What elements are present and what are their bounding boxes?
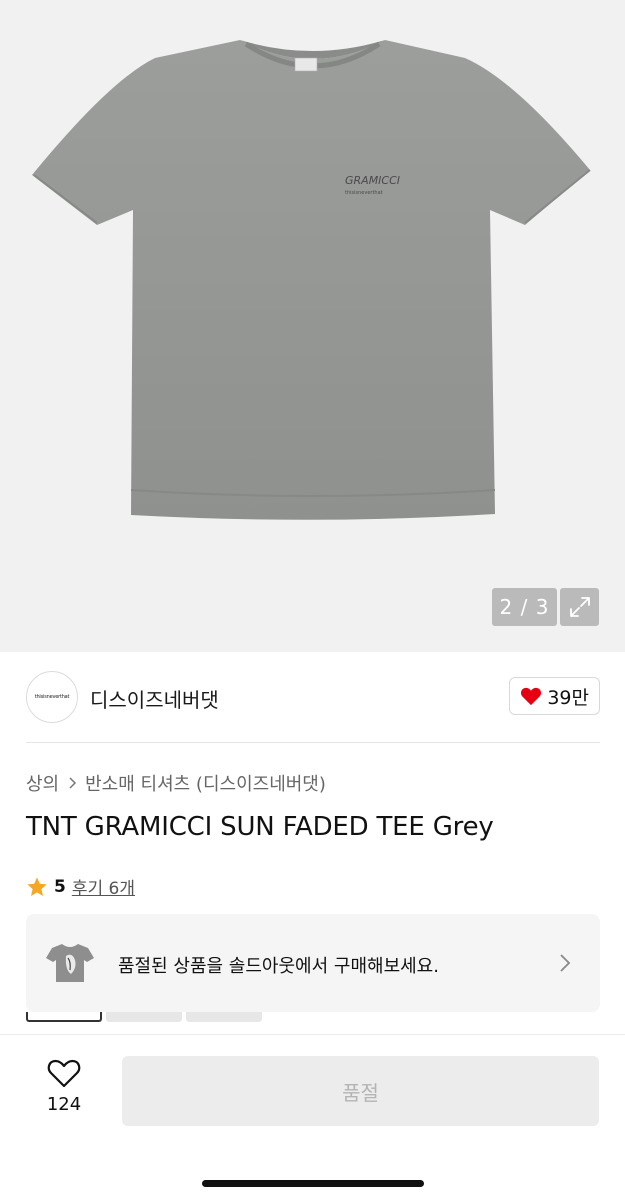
section-divider [26, 742, 600, 743]
tee-print-brand: GRAMICCI [345, 174, 400, 187]
rating-score: 5 [54, 876, 66, 897]
wishlist-button[interactable]: 124 [34, 1058, 94, 1115]
wishlist-count: 124 [46, 1094, 82, 1115]
option-tab[interactable] [106, 1012, 182, 1022]
heart-outline-icon [47, 1059, 81, 1088]
product-title: TNT GRAMICCI SUN FADED TEE Grey [26, 812, 494, 842]
chevron-right-icon [69, 777, 77, 789]
shop-like-button[interactable]: 39만 [509, 677, 600, 715]
product-image: GRAMICCI thisisneverthat [0, 0, 625, 652]
product-image-gallery[interactable]: GRAMICCI thisisneverthat 2 / 3 [0, 0, 625, 652]
option-tab[interactable] [26, 1012, 102, 1022]
chevron-right-icon [560, 954, 571, 972]
product-rating: 5 후기 6개 [26, 874, 135, 899]
shop-logo[interactable]: thisisneverthat [26, 671, 78, 723]
soldout-button[interactable]: 품절 [122, 1056, 599, 1126]
shop-name[interactable]: 디스이즈네버댓 [90, 684, 219, 713]
expand-icon [569, 597, 590, 617]
expand-button[interactable] [560, 588, 599, 626]
option-tabs [26, 1012, 266, 1022]
soldout-message: 품절된 상품을 솔드아웃에서 구매해보세요. [118, 956, 439, 977]
heart-filled-icon [521, 687, 542, 706]
review-link[interactable]: 후기 6개 [72, 874, 135, 899]
option-tab[interactable] [186, 1012, 262, 1022]
bottom-bar-divider [0, 1034, 625, 1035]
shop-like-count: 39만 [547, 686, 589, 709]
home-indicator [202, 1180, 424, 1187]
banner-thumbnail [46, 944, 94, 982]
breadcrumb-category[interactable]: 상의 [26, 770, 59, 796]
breadcrumb-subcategory[interactable]: 반소매 티셔츠 (디스이즈네버댓) [85, 770, 326, 796]
shop-logo-text: thisisneverthat [34, 694, 70, 700]
tee-print-sub: thisisneverthat [345, 190, 383, 196]
star-icon [27, 876, 47, 896]
shop-row[interactable]: thisisneverthat 디스이즈네버댓 39만 [26, 671, 600, 723]
image-pager: 2 / 3 [492, 588, 557, 626]
soldout-banner[interactable]: 품절된 상품을 솔드아웃에서 구매해보세요. [26, 914, 600, 1012]
breadcrumb: 상의 반소매 티셔츠 (디스이즈네버댓) [26, 770, 326, 796]
